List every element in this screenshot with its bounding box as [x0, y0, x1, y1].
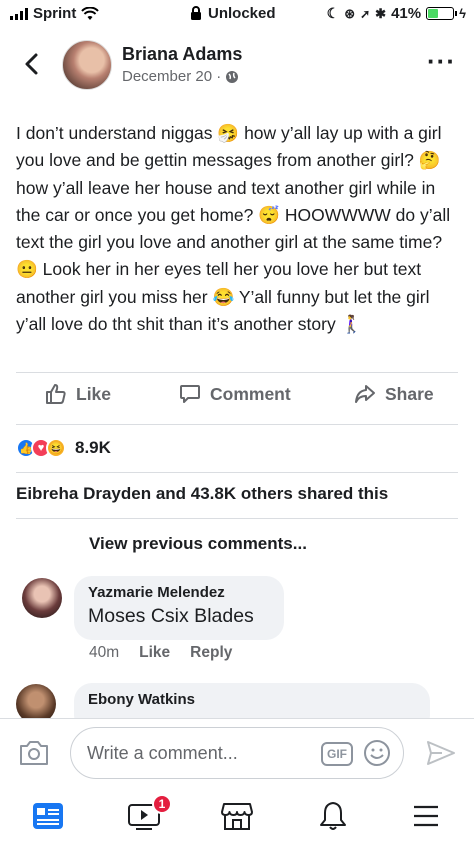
battery-icon	[426, 7, 458, 20]
comment-input-placeholder: Write a comment...	[87, 743, 238, 763]
news-feed-icon[interactable]	[30, 800, 66, 832]
post-text-part: I don’t understand niggas	[16, 123, 218, 143]
lock-status-label: Unlocked	[208, 5, 276, 22]
divider	[16, 472, 458, 473]
divider	[16, 518, 458, 519]
wifi-icon	[81, 6, 100, 20]
comment-button[interactable]: Comment	[178, 382, 291, 406]
sleeping-emoji-icon: 😴	[258, 204, 281, 225]
more-options-icon[interactable]: ···	[427, 48, 456, 74]
laughing-emoji-icon: 😂	[212, 286, 235, 307]
commenter-avatar[interactable]	[22, 578, 62, 618]
like-button[interactable]: Like	[44, 382, 111, 406]
comment-text: Moses Csix Blades	[88, 605, 254, 627]
status-bar: Sprint Unlocked ☾ ⊛ ➚ ✱ 41% ϟ	[0, 0, 474, 28]
comment-input[interactable]: Write a comment... GIF	[70, 727, 404, 779]
like-label: Like	[76, 383, 112, 404]
walking-woman-emoji-icon: 🚶‍♀️	[340, 314, 363, 335]
orientation-lock-icon: ⊛	[344, 5, 356, 21]
neutral-face-emoji-icon: 😐	[16, 259, 38, 280]
haha-icon: 😆	[46, 438, 66, 458]
share-label: Share	[385, 383, 434, 404]
post-header: Briana Adams December 20 · ···	[0, 36, 474, 100]
camera-icon[interactable]	[18, 739, 50, 767]
lock-icon	[191, 6, 201, 20]
send-icon[interactable]	[426, 739, 456, 767]
menu-icon[interactable]	[408, 800, 444, 832]
thumbs-up-icon	[46, 384, 66, 404]
view-previous-comments-link[interactable]: View previous comments...	[89, 534, 307, 554]
bluetooth-icon: ✱	[375, 5, 387, 21]
author-name[interactable]: Briana Adams	[122, 44, 242, 65]
watch-tab[interactable]: 1	[126, 794, 172, 832]
author-avatar[interactable]	[62, 40, 112, 90]
divider	[16, 372, 458, 373]
comment-icon	[180, 385, 200, 403]
reactions-summary[interactable]: 👍 ♥ 😆 8.9K	[16, 438, 111, 458]
charging-icon: ϟ	[459, 6, 466, 21]
reaction-count: 8.9K	[75, 438, 111, 457]
comment-reply-button[interactable]: Reply	[190, 644, 232, 662]
battery-label: 41%	[391, 5, 422, 22]
comment-time: 40m	[89, 644, 120, 661]
sticker-icon[interactable]	[363, 739, 391, 767]
comment-bubble: Yazmarie Melendez Moses Csix Blades	[74, 576, 284, 640]
comment-compose-bar: Write a comment... GIF	[0, 718, 474, 788]
post-actions: Like Comment Share	[0, 382, 474, 416]
sneezing-emoji-icon: 🤧	[217, 123, 240, 143]
gif-button[interactable]: GIF	[321, 742, 353, 766]
location-icon: ➚	[360, 6, 371, 21]
divider	[16, 424, 458, 425]
comment-meta: 40m Like Reply	[89, 644, 232, 662]
back-arrow-icon[interactable]	[18, 50, 46, 78]
signal-icon	[10, 7, 28, 20]
notification-badge: 1	[152, 794, 172, 814]
comment-label: Comment	[210, 383, 291, 404]
notifications-bell-icon[interactable]	[315, 800, 351, 832]
commenter-name[interactable]: Ebony Watkins	[88, 691, 416, 708]
moon-icon: ☾	[326, 5, 340, 21]
carrier-label: Sprint	[33, 5, 77, 22]
comment-like-button[interactable]: Like	[139, 644, 170, 662]
post-body: I don’t understand niggas 🤧 how y’all la…	[16, 120, 461, 338]
thinking-emoji-icon: 🤔	[418, 150, 441, 171]
share-icon	[355, 385, 375, 403]
globe-icon	[226, 70, 239, 83]
bottom-nav: 1	[0, 788, 474, 843]
shared-summary[interactable]: Eibreha Drayden and 43.8K others shared …	[16, 484, 388, 504]
commenter-name[interactable]: Yazmarie Melendez	[88, 584, 270, 601]
marketplace-icon[interactable]	[219, 800, 255, 832]
share-button[interactable]: Share	[353, 382, 434, 406]
post-date: December 20 ·	[122, 68, 239, 85]
post-date-label: December 20 ·	[122, 68, 222, 85]
